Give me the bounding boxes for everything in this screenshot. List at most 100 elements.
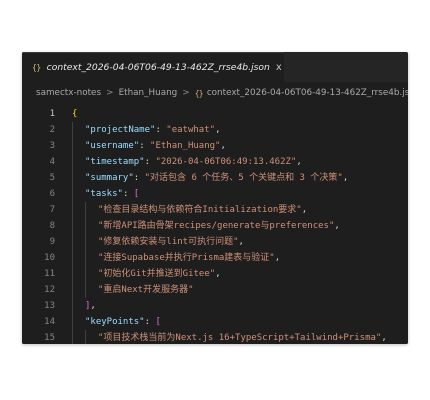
code-line[interactable]: 14 "keyPoints": [	[22, 314, 408, 330]
code-token: :	[155, 125, 167, 135]
editor-tab[interactable]: {} context_2026-04-06T06-49-13-462Z_rrse…	[22, 52, 284, 82]
code-text: "username": "Ethan_Huang",	[85, 138, 226, 154]
code-token: :	[133, 173, 145, 183]
indent-guide	[85, 234, 86, 250]
tab-title: context_2026-04-06T06-49-13-462Z_rrse4b.…	[46, 62, 270, 73]
code-line[interactable]: 5 "summary": "对话包含 6 个任务、5 个关键点和 3 个决策",	[22, 170, 408, 186]
indent-guide	[72, 330, 73, 344]
line-number: 14	[44, 317, 55, 327]
code-text: "重启Next开发服务器"	[98, 282, 194, 298]
line-number: 5	[49, 173, 55, 183]
indent-guide	[72, 186, 73, 202]
code-line[interactable]: 11 "初始化Git并推送到Gitee",	[22, 266, 408, 282]
line-number: 10	[44, 253, 55, 263]
code-line[interactable]: 12 "重启Next开发服务器"	[22, 282, 408, 298]
code-editor[interactable]: 1{ 2 "projectName": "eatwhat", 3 "username":…	[22, 104, 408, 344]
line-number: 1	[49, 109, 55, 119]
code-text: "修复依赖安装与lint可执行问题",	[98, 234, 244, 250]
code-text: "keyPoints": [	[85, 314, 161, 330]
indent-guide	[72, 138, 73, 154]
code-token: ,	[274, 253, 281, 263]
code-token: ,	[342, 173, 349, 183]
line-number: 3	[49, 141, 55, 151]
code-token: "keyPoints"	[85, 317, 145, 327]
code-token: ,	[220, 141, 226, 151]
code-line[interactable]: 10 "连接Supabase并执行Prisma建表与验证",	[22, 250, 408, 266]
code-text: "tasks": [	[85, 186, 139, 202]
code-text: "检查目录结构与依赖符合Initialization要求",	[98, 202, 307, 218]
code-text: ],	[85, 298, 96, 314]
code-line[interactable]: 3 "username": "Ethan_Huang",	[22, 138, 408, 154]
code-line[interactable]: 13],	[22, 298, 408, 314]
code-token: "summary"	[85, 173, 134, 183]
code-line[interactable]: 7 "检查目录结构与依赖符合Initialization要求",	[22, 202, 408, 218]
line-number: 7	[49, 205, 55, 215]
breadcrumb-item-folder[interactable]: samectx-notes	[36, 88, 101, 98]
indent-guide	[85, 266, 86, 282]
indent-guide	[72, 314, 73, 330]
line-number: 9	[49, 237, 55, 247]
code-line[interactable]: 2 "projectName": "eatwhat",	[22, 122, 408, 138]
chevron-right-icon: >	[106, 88, 114, 98]
indent-guide	[72, 202, 73, 218]
line-number: 15	[44, 333, 55, 343]
code-token: "timestamp"	[85, 157, 145, 167]
indent-guide	[85, 218, 86, 234]
breadcrumb: samectx-notes > Ethan_Huang > {} context…	[22, 82, 408, 104]
code-token: "2026-04-06T06:49:13.462Z"	[155, 157, 297, 167]
line-number: 13	[44, 301, 55, 311]
code-token: [	[155, 317, 161, 327]
line-number: 12	[44, 285, 55, 295]
breadcrumb-item-file[interactable]: context_2026-04-06T06-49-13-462Z_rrse4b.…	[207, 88, 408, 98]
code-token: ,	[238, 237, 244, 247]
code-token: "tasks"	[85, 189, 123, 199]
code-line[interactable]: 1{	[22, 106, 408, 122]
code-token: "重启Next开发服务器"	[98, 285, 194, 295]
json-file-icon: {}	[32, 63, 41, 72]
indent-guide	[72, 266, 73, 282]
line-number: 11	[44, 269, 55, 279]
code-token: ,	[215, 125, 221, 135]
code-text: "连接Supabase并执行Prisma建表与验证",	[98, 250, 280, 266]
code-token: "projectName"	[85, 125, 156, 135]
code-token: ,	[381, 333, 387, 343]
code-token: "连接Supabase并执行Prisma建表与验证"	[98, 253, 275, 263]
code-token: "对话包含 6 个任务、5 个关键点和 3 个决策"	[144, 173, 343, 183]
tab-bar: {} context_2026-04-06T06-49-13-462Z_rrse…	[22, 52, 408, 83]
code-text: "项目技术栈当前为Next.js 16+TypeScript+Tailwind+…	[98, 330, 387, 344]
close-icon[interactable]: x	[276, 62, 282, 73]
indent-guide	[85, 202, 86, 218]
indent-guide	[85, 330, 86, 344]
code-token: ,	[215, 269, 221, 279]
code-text: "timestamp": "2026-04-06T06:49:13.462Z",	[85, 154, 302, 170]
code-line[interactable]: 15 "项目技术栈当前为Next.js 16+TypeScript+Tailwin…	[22, 330, 408, 344]
code-line[interactable]: 4 "timestamp": "2026-04-06T06:49:13.462Z"…	[22, 154, 408, 170]
code-token: "eatwhat"	[166, 125, 216, 135]
line-number: 8	[49, 221, 55, 231]
code-token: ,	[90, 301, 96, 311]
code-line[interactable]: 6 "tasks": [	[22, 186, 408, 202]
indent-guide	[72, 250, 73, 266]
code-text: "summary": "对话包含 6 个任务、5 个关键点和 3 个决策",	[85, 170, 348, 186]
breadcrumb-item-user[interactable]: Ethan_Huang	[119, 88, 178, 98]
code-token: :	[144, 317, 156, 327]
code-token: "新增API路由骨架recipes/generate与preferences"	[98, 221, 335, 231]
code-line[interactable]: 8 "新增API路由骨架recipes/generate与preferences"…	[22, 218, 408, 234]
indent-guide	[72, 234, 73, 250]
code-token: ,	[334, 221, 340, 231]
code-token: "项目技术栈当前为Next.js 16+TypeScript+Tailwind+…	[98, 333, 382, 343]
json-file-icon: {}	[194, 88, 204, 98]
code-token: [	[133, 189, 140, 199]
indent-guide	[72, 298, 73, 314]
indent-guide	[72, 282, 73, 298]
indent-guide	[72, 218, 73, 234]
code-token: :	[122, 189, 134, 199]
code-token: :	[139, 141, 151, 151]
editor-window: {} context_2026-04-06T06-49-13-462Z_rrse…	[22, 52, 408, 344]
indent-guide	[85, 282, 86, 298]
line-number: 4	[49, 157, 55, 167]
code-token: ,	[296, 157, 302, 167]
code-line[interactable]: 9 "修复依赖安装与lint可执行问题",	[22, 234, 408, 250]
code-token: "修复依赖安装与lint可执行问题"	[98, 237, 239, 247]
line-number: 2	[49, 125, 55, 135]
